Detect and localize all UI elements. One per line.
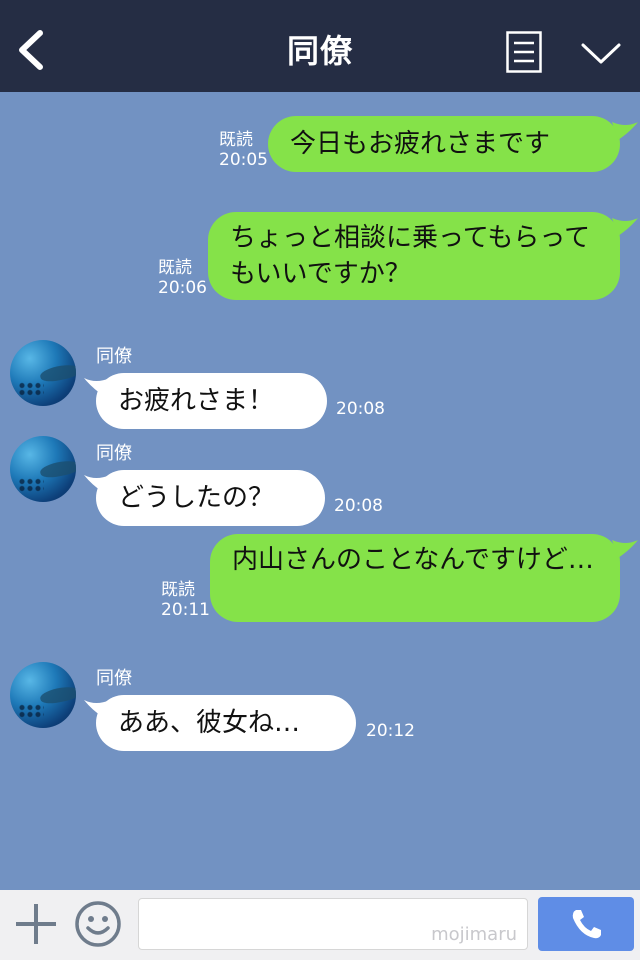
message-meta: 既読 20:11 bbox=[161, 580, 210, 620]
message-time: 20:08 bbox=[336, 399, 385, 419]
message-time: 20:12 bbox=[366, 721, 415, 741]
phone-icon bbox=[572, 910, 601, 939]
sender-name: 同僚 bbox=[96, 346, 132, 367]
message-meta: 既読 20:05 bbox=[219, 130, 268, 170]
watermark: mojimaru bbox=[431, 924, 517, 945]
call-button[interactable] bbox=[538, 897, 634, 951]
chat-title: 同僚 bbox=[286, 32, 353, 70]
message-text: どうしたの？ bbox=[118, 483, 275, 513]
message-time: 20:06 bbox=[158, 278, 207, 298]
read-receipt: 既読 bbox=[219, 130, 253, 150]
message-bubble-incoming[interactable]: ああ、彼女ね… bbox=[96, 695, 356, 751]
sender-name: 同僚 bbox=[96, 668, 132, 689]
read-receipt: 既読 bbox=[161, 580, 195, 600]
message-bubble-outgoing[interactable]: 内山さんのことなんですけど… bbox=[210, 534, 620, 622]
message-text: ああ、彼女ね… bbox=[118, 708, 301, 738]
message-bubble-outgoing[interactable]: ちょっと相談に乗ってもらってもいいですか？ bbox=[208, 212, 620, 300]
chevron-down-icon[interactable] bbox=[580, 38, 622, 68]
message-bubble-incoming[interactable]: お疲れさま！ bbox=[96, 373, 327, 429]
sender-name: 同僚 bbox=[96, 443, 132, 464]
avatar[interactable] bbox=[10, 436, 76, 502]
bubble-tail bbox=[612, 540, 638, 558]
emoji-icon[interactable] bbox=[74, 900, 122, 948]
message-bubble-outgoing[interactable]: 今日もお疲れさまです bbox=[268, 116, 620, 172]
chat-area[interactable]: 既読 20:05 今日もお疲れさまです 既読 20:06 ちょっと相談に乗っても… bbox=[0, 92, 640, 890]
bubble-tail bbox=[612, 122, 638, 140]
avatar[interactable] bbox=[10, 662, 76, 728]
message-time: 20:11 bbox=[161, 600, 210, 620]
message-text: 今日もお疲れさまです bbox=[290, 129, 551, 159]
message-text: お疲れさま！ bbox=[118, 386, 275, 416]
message-text: 内山さんのことなんですけど… bbox=[232, 545, 594, 575]
message-time: 20:08 bbox=[334, 496, 383, 516]
message-time: 20:05 bbox=[219, 150, 268, 170]
avatar[interactable] bbox=[10, 340, 76, 406]
message-meta: 既読 20:06 bbox=[158, 258, 207, 298]
menu-icon[interactable] bbox=[506, 31, 542, 73]
message-bubble-incoming[interactable]: どうしたの？ bbox=[96, 470, 325, 526]
plus-icon[interactable] bbox=[14, 902, 58, 946]
message-input[interactable]: mojimaru bbox=[138, 898, 528, 950]
read-receipt: 既読 bbox=[158, 258, 192, 278]
header-bar: 同僚 bbox=[0, 0, 640, 92]
message-text: ちょっと相談に乗ってもらってもいいですか？ bbox=[230, 223, 591, 289]
bubble-tail bbox=[612, 218, 638, 236]
